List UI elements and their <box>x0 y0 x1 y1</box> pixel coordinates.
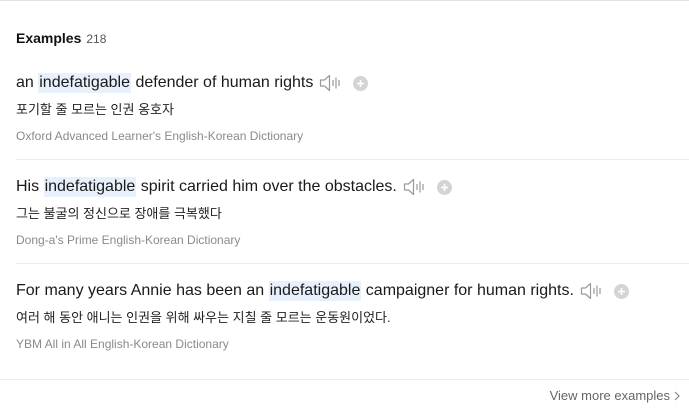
example-source: Oxford Advanced Learner's English-Korean… <box>16 129 304 143</box>
add-icon[interactable] <box>613 283 629 299</box>
speaker-icon[interactable] <box>403 178 427 196</box>
example-english: His indefatigable spirit carried him ove… <box>16 175 689 199</box>
examples-count: 218 <box>86 32 107 46</box>
examples-header: Examples 218 <box>16 30 106 46</box>
view-more-label: View more examples <box>549 388 670 403</box>
example-text-before: His <box>16 178 44 195</box>
example-item: For many years Annie has been an indefat… <box>16 279 689 367</box>
example-translation: 그는 불굴의 정신으로 장애를 극복했다 <box>16 206 222 221</box>
example-item: His indefatigable spirit carried him ove… <box>16 175 689 264</box>
example-text-before: For many years Annie has been an <box>16 282 269 299</box>
example-source: Dong-a's Prime English-Korean Dictionary <box>16 233 241 247</box>
example-text-after: spirit carried him over the obstacles. <box>136 178 397 195</box>
example-english: an indefatigable defender of human right… <box>16 71 689 95</box>
examples-panel: Examples 218 an indefatigable defender o… <box>0 0 689 409</box>
example-text-after: campaigner for human rights. <box>361 282 574 299</box>
example-translation: 포기할 줄 모르는 인권 옹호자 <box>16 102 174 117</box>
add-icon[interactable] <box>353 75 369 91</box>
speaker-icon[interactable] <box>319 74 343 92</box>
example-text-before: an <box>16 74 39 91</box>
example-keyword: indefatigable <box>43 177 137 197</box>
examples-footer: View more examples <box>0 379 689 409</box>
speaker-icon[interactable] <box>580 282 604 300</box>
example-text-after: defender of human rights <box>131 74 314 91</box>
example-english: For many years Annie has been an indefat… <box>16 279 689 303</box>
chevron-right-icon <box>674 391 680 401</box>
add-icon[interactable] <box>436 179 452 195</box>
example-source: YBM All in All English-Korean Dictionary <box>16 337 229 351</box>
example-translation: 여러 해 동안 애니는 인권을 위해 싸우는 지칠 줄 모르는 운동원이었다. <box>16 310 391 325</box>
examples-title: Examples <box>16 30 82 46</box>
view-more-examples-link[interactable]: View more examples <box>550 388 680 403</box>
example-keyword: indefatigable <box>38 73 131 93</box>
example-keyword: indefatigable <box>268 281 362 301</box>
example-item: an indefatigable defender of human right… <box>16 71 689 160</box>
